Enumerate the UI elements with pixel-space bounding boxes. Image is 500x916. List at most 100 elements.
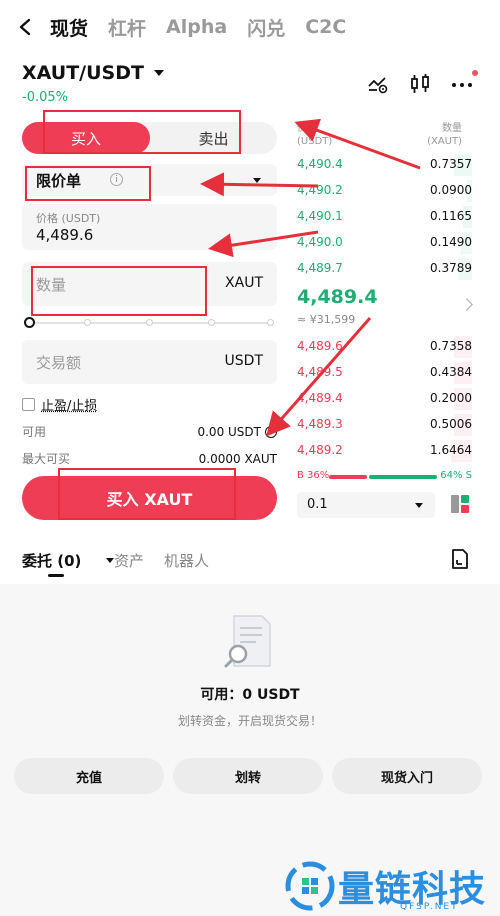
quantity-unit: XAUT [225, 275, 263, 291]
pair-symbol: XAUT/USDT [22, 62, 144, 84]
slider-step[interactable] [84, 319, 91, 326]
toolbar [366, 70, 478, 96]
max-buy-value: 0.0000 XAUT [198, 451, 277, 466]
order-type-label: 限价单 [36, 172, 82, 190]
amount-input[interactable]: 交易额 USDT [22, 340, 277, 384]
orderbook-row[interactable]: 4,490.1 0.1165 [297, 206, 472, 228]
available-label: 可用 [22, 425, 47, 439]
orderbook-price: 4,489.4 [297, 391, 343, 405]
chevron-down-icon[interactable] [106, 558, 114, 563]
quantity-slider[interactable] [22, 316, 277, 330]
amount-unit: USDT [224, 353, 263, 369]
info-icon[interactable]: i [110, 173, 123, 186]
orderbook-price: 4,490.4 [297, 157, 343, 171]
tab-assets[interactable]: 资产 [114, 550, 144, 571]
max-buy-label: 最大可买 [22, 452, 71, 466]
slider-step[interactable] [208, 319, 215, 326]
tpsl-option[interactable]: 止盈/止损 [22, 395, 97, 414]
price-change: -0.05% [22, 90, 68, 105]
sell-ratio-bar [369, 475, 437, 479]
quantity-input[interactable]: 数量 XAUT [22, 262, 277, 306]
tab-spot[interactable]: 现货 [50, 14, 88, 41]
notification-dot [472, 70, 478, 76]
watermark-logo-icon [285, 861, 335, 911]
orderbook-price-header: 价 (USDT) [297, 123, 333, 147]
orderbook-price: 4,490.1 [297, 209, 343, 223]
orderbook-row[interactable]: 4,490.0 0.1490 [297, 232, 472, 254]
price-input[interactable]: 价格 (USDT) 4,489.6 [22, 204, 277, 250]
buy-sell-ratio: B 36% 64% S [297, 470, 472, 484]
buy-sell-toggle: 买入 卖出 [22, 122, 277, 154]
watermark-sub: QFSP.NET [400, 902, 459, 912]
empty-document-icon [222, 612, 278, 672]
buy-xaut-button[interactable]: 买入 XAUT [22, 476, 277, 520]
more-icon[interactable] [450, 70, 478, 96]
slider-handle[interactable] [24, 317, 35, 328]
pair-selector[interactable]: XAUT/USDT [22, 62, 164, 84]
orderbook-qty: 0.5006 [430, 417, 472, 431]
amount-placeholder: 交易额 [36, 354, 82, 372]
orderbook-qty: 1.6464 [430, 443, 472, 457]
transfer-icon[interactable]: + [265, 425, 277, 438]
empty-hint: 划转资金，开启现货交易！ [177, 714, 322, 728]
depth-select[interactable]: 0.1 [297, 492, 435, 518]
orderbook-qty: 0.7358 [430, 339, 472, 353]
price-value: 4,489.6 [36, 226, 94, 244]
sell-ratio: 64% S [440, 470, 472, 481]
orderbook-row[interactable]: 4,489.5 0.4384 [297, 362, 472, 384]
tab-alpha[interactable]: Alpha [166, 16, 227, 38]
orderbook-qty: 0.7357 [430, 157, 472, 171]
quantity-placeholder: 数量 [36, 276, 67, 294]
orderbook-price: 4,490.0 [297, 235, 343, 249]
orderbook-row[interactable]: 4,489.4 0.2000 [297, 388, 472, 410]
candlestick-chart-icon[interactable] [408, 72, 432, 96]
orderbook-price: 4,489.2 [297, 443, 343, 457]
slider-step[interactable] [267, 319, 274, 326]
buy-tab[interactable]: 买入 [22, 122, 150, 154]
orderbook-row[interactable]: 4,490.4 0.7357 [297, 154, 472, 176]
tab-margin[interactable]: 杠杆 [108, 14, 146, 41]
slider-step[interactable] [146, 319, 153, 326]
depth-value: 0.1 [307, 497, 328, 512]
tab-c2c[interactable]: C2C [305, 16, 346, 38]
strategy-icon[interactable] [366, 72, 390, 96]
watermark: 量链科技 QFSP.NET [282, 858, 494, 916]
orderbook-qty: 0.3789 [430, 261, 472, 275]
tpsl-checkbox[interactable] [22, 398, 35, 411]
price-caption: 价格 (USDT) [36, 212, 101, 225]
max-buy-row: 最大可买 0.0000 XAUT [22, 450, 277, 467]
tab-convert[interactable]: 闪兑 [247, 14, 285, 41]
orderbook-qty: 0.0900 [430, 183, 472, 197]
spot-guide-button[interactable]: 现货入门 [332, 758, 482, 794]
orderbook-row[interactable]: 4,490.2 0.0900 [297, 180, 472, 202]
orders-tabs: 委托 (0) 资产 机器人 [22, 548, 478, 578]
top-nav: 现货 杠杆 Alpha 闪兑 C2C [0, 0, 500, 54]
buy-ratio: B 36% [297, 470, 330, 481]
last-price-fiat: ≈ ¥31,599 [297, 313, 356, 326]
available-value: 0.00 USDT [197, 424, 261, 439]
orderbook-price: 4,489.7 [297, 261, 343, 275]
orderbook-qty: 0.2000 [430, 391, 472, 405]
sell-tab[interactable]: 卖出 [150, 122, 277, 154]
buy-ratio-bar [329, 475, 367, 479]
available-value-wrap: 0.00 USDT + [197, 423, 277, 440]
orderbook-row[interactable]: 4,489.3 0.5006 [297, 414, 472, 436]
orderbook-qty: 0.1165 [430, 209, 472, 223]
orderbook-qty: 0.1490 [430, 235, 472, 249]
order-type-select[interactable]: 限价单 i [22, 164, 277, 196]
available-row: 可用 0.00 USDT + [22, 423, 277, 440]
last-price: 4,489.4 [297, 286, 378, 308]
order-history-icon[interactable] [450, 548, 470, 570]
chevron-right-icon[interactable] [460, 298, 473, 311]
tab-orders[interactable]: 委托 (0) [22, 550, 81, 571]
orderbook-row[interactable]: 4,489.2 1.6464 [297, 440, 472, 462]
tab-underline [48, 574, 64, 577]
back-icon[interactable] [14, 16, 36, 38]
orderbook-layout-icon[interactable] [450, 494, 470, 514]
deposit-button[interactable]: 充值 [14, 758, 164, 794]
orderbook-row[interactable]: 4,489.6 0.7358 [297, 336, 472, 358]
tab-bot[interactable]: 机器人 [164, 550, 209, 571]
orderbook-row[interactable]: 4,489.7 0.3789 [297, 258, 472, 280]
transfer-button[interactable]: 划转 [173, 758, 323, 794]
chevron-down-icon [415, 503, 423, 508]
